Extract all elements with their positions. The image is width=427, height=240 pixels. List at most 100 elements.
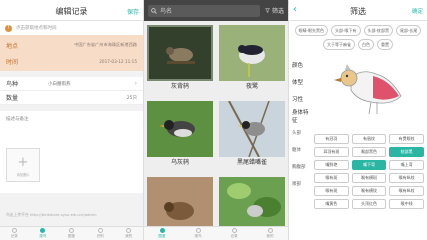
bird-name: 灰背鸫 — [170, 83, 189, 90]
option-button[interactable]: 喉有斑 — [314, 173, 349, 183]
filter-chip[interactable]: 白色 — [358, 39, 374, 50]
tab-label: 图鉴 — [67, 234, 76, 238]
record-icon — [11, 228, 17, 233]
filter-chip[interactable]: 头部-枕部黑 — [363, 25, 393, 36]
search-input[interactable]: 鸟名 — [148, 4, 261, 17]
tab-label: 记录 — [230, 234, 238, 238]
save-button[interactable]: 保存 — [127, 7, 139, 16]
option-button[interactable]: 喉部黑色 — [351, 147, 387, 157]
option-button-selected[interactable]: 嘴下弯 — [351, 160, 387, 170]
tab-birding[interactable]: 观鸟 — [180, 227, 216, 240]
bird-card[interactable]: 黑尾蜡嘴雀 — [216, 97, 288, 169]
section-beak[interactable]: 喙部 — [289, 175, 311, 192]
bird-card[interactable] — [216, 173, 288, 233]
option-button[interactable]: 喉有斑 — [314, 186, 349, 196]
filter-title: 筛选 — [350, 7, 366, 16]
option-button[interactable]: 喉有横斑 — [351, 173, 387, 183]
filter-chip[interactable]: 头部-喉下有 — [331, 25, 361, 36]
bird-card[interactable]: 乌灰鸫 — [144, 97, 216, 169]
tab-identify[interactable]: 识别 — [86, 227, 115, 240]
reset-button[interactable]: 重置 — [377, 39, 393, 50]
option-button[interactable]: 耳羽有斑 — [314, 147, 349, 157]
bottom-tabbar: 图鉴 观鸟 记录 我的 — [144, 226, 288, 240]
tab-me[interactable]: 我的 — [114, 227, 143, 240]
option-button[interactable]: 有眉纹 — [351, 134, 387, 144]
count-row[interactable]: 数量 25只 — [0, 91, 143, 105]
selected-chips: 眼睛-眼先黑色 头部-喉下有 头部-枕部黑 尾部-长尾 大于等于麻雀 白色 重置 — [289, 21, 427, 50]
memo-section: 描述与备注 + 添加照片 — [0, 111, 143, 193]
bird-photo — [147, 177, 213, 233]
option-button-selected[interactable]: 枕部黑 — [389, 147, 424, 157]
option-button[interactable]: 喉中线 — [389, 199, 424, 209]
count-value: 25只 — [126, 95, 137, 101]
section-size[interactable]: 体型 — [289, 73, 311, 90]
tab-label: 我的 — [125, 234, 133, 238]
location-value: 中国广东省广州市海珠区新港西路 — [74, 42, 137, 47]
bird-card[interactable]: 灰背鸫 — [144, 21, 216, 93]
tab-me[interactable]: 我的 — [252, 227, 288, 240]
option-button[interactable]: 有贯眼纹 — [389, 134, 424, 144]
bird-photo — [219, 177, 285, 233]
tab-record[interactable]: 记录 — [216, 227, 252, 240]
section-habit[interactable]: 习性 — [289, 90, 311, 107]
bird-photo — [219, 101, 285, 157]
species-label: 鸟种 — [6, 81, 19, 88]
option-button[interactable]: 喉有纵纹 — [389, 186, 424, 196]
location-warning[interactable]: ! 点击获取地点和时间 — [0, 21, 143, 35]
option-button[interactable]: 喉有纵纹 — [389, 173, 424, 183]
filter-chip[interactable]: 尾部-长尾 — [395, 25, 422, 36]
footer-link[interactable]: 鸟友上传平台 http://birdshare.sysu.edu.cn/admi… — [6, 212, 97, 218]
edit-record-panel: 编辑记录 保存 ! 点击获取地点和时间 地点 中国广东省广州市海珠区新港西路 时… — [0, 0, 144, 240]
bird-card[interactable]: 夜鹭 — [216, 21, 288, 93]
memo-label[interactable]: 描述与备注 — [6, 116, 137, 122]
species-value: 小白腰雨燕 — [48, 81, 71, 87]
section-body[interactable]: 躯体 — [289, 141, 311, 158]
tab-label: 观鸟 — [194, 234, 202, 238]
bottom-tabbar: 记录 观鸟 图鉴 识别 我的 — [0, 226, 143, 240]
record-fields: 鸟种 小白腰雨燕 › 数量 25只 — [0, 77, 143, 105]
time-row[interactable]: 时间 2017-03-12 11:15 — [6, 56, 137, 66]
tab-label: 识别 — [96, 234, 104, 238]
location-time-block: 地点 中国广东省广州市海珠区新港西路 时间 2017-03-12 11:15 — [0, 35, 143, 71]
bird-guide-panel: 鸟名 筛选 灰背鸫 夜鹭 乌灰鸫 黑尾蜡嘴雀 图鉴 观鸟 记录 我的 — [144, 0, 288, 240]
filter-chip[interactable]: 眼睛-眼先黑色 — [294, 25, 329, 36]
tab-birding[interactable]: 观鸟 — [29, 227, 58, 240]
filter-panel: ‹ 筛选 确定 眼睛-眼先黑色 头部-喉下有 头部-枕部黑 尾部-长尾 大于等于… — [288, 0, 427, 240]
option-button[interactable]: 嘴鲜艳 — [314, 160, 349, 170]
search-placeholder: 鸟名 — [160, 8, 173, 15]
tab-guide[interactable]: 图鉴 — [57, 227, 86, 240]
tab-record[interactable]: 记录 — [0, 227, 29, 240]
confirm-button[interactable]: 确定 — [412, 7, 423, 15]
option-button[interactable]: 嘴上弯 — [389, 160, 424, 170]
edit-record-header: 编辑记录 保存 — [0, 0, 143, 21]
location-row[interactable]: 地点 中国广东省广州市海珠区新港西路 — [6, 40, 137, 50]
option-button[interactable]: 嘴黄色 — [314, 199, 349, 209]
filter-header: ‹ 筛选 确定 — [289, 0, 427, 21]
section-chest[interactable]: 胸腹部 — [289, 158, 311, 175]
option-button[interactable]: 有冠羽 — [314, 134, 349, 144]
tab-label: 记录 — [10, 234, 18, 238]
bird-body-diagram[interactable] — [321, 56, 421, 120]
species-row[interactable]: 鸟种 小白腰雨燕 › — [0, 77, 143, 91]
binoculars-icon — [40, 228, 46, 233]
search-icon — [151, 7, 157, 14]
camera-icon — [97, 228, 103, 233]
bird-card[interactable] — [144, 173, 216, 233]
filter-button[interactable]: 筛选 — [265, 6, 284, 15]
tab-label: 我的 — [266, 234, 274, 238]
section-color[interactable]: 颜色 — [289, 56, 311, 73]
tab-label: 观鸟 — [39, 234, 47, 238]
bird-name: 黑尾蜡嘴雀 — [236, 159, 267, 166]
tab-guide[interactable]: 图鉴 — [144, 227, 180, 240]
section-head[interactable]: 头部 — [289, 124, 311, 141]
section-features[interactable]: 身体特征 — [289, 107, 311, 124]
time-label: 时间 — [6, 58, 19, 66]
filter-chip[interactable]: 大于等于麻雀 — [323, 39, 355, 50]
option-button[interactable]: 喉有横纹 — [351, 186, 387, 196]
bird-photo — [147, 25, 213, 81]
option-button[interactable]: 头顶红色 — [351, 199, 387, 209]
warning-text: 点击获取地点和时间 — [16, 26, 57, 31]
tab-label: 图鉴 — [158, 234, 166, 238]
add-photo-button[interactable]: + 添加照片 — [6, 148, 40, 182]
bird-name: 夜鹭 — [245, 83, 258, 90]
